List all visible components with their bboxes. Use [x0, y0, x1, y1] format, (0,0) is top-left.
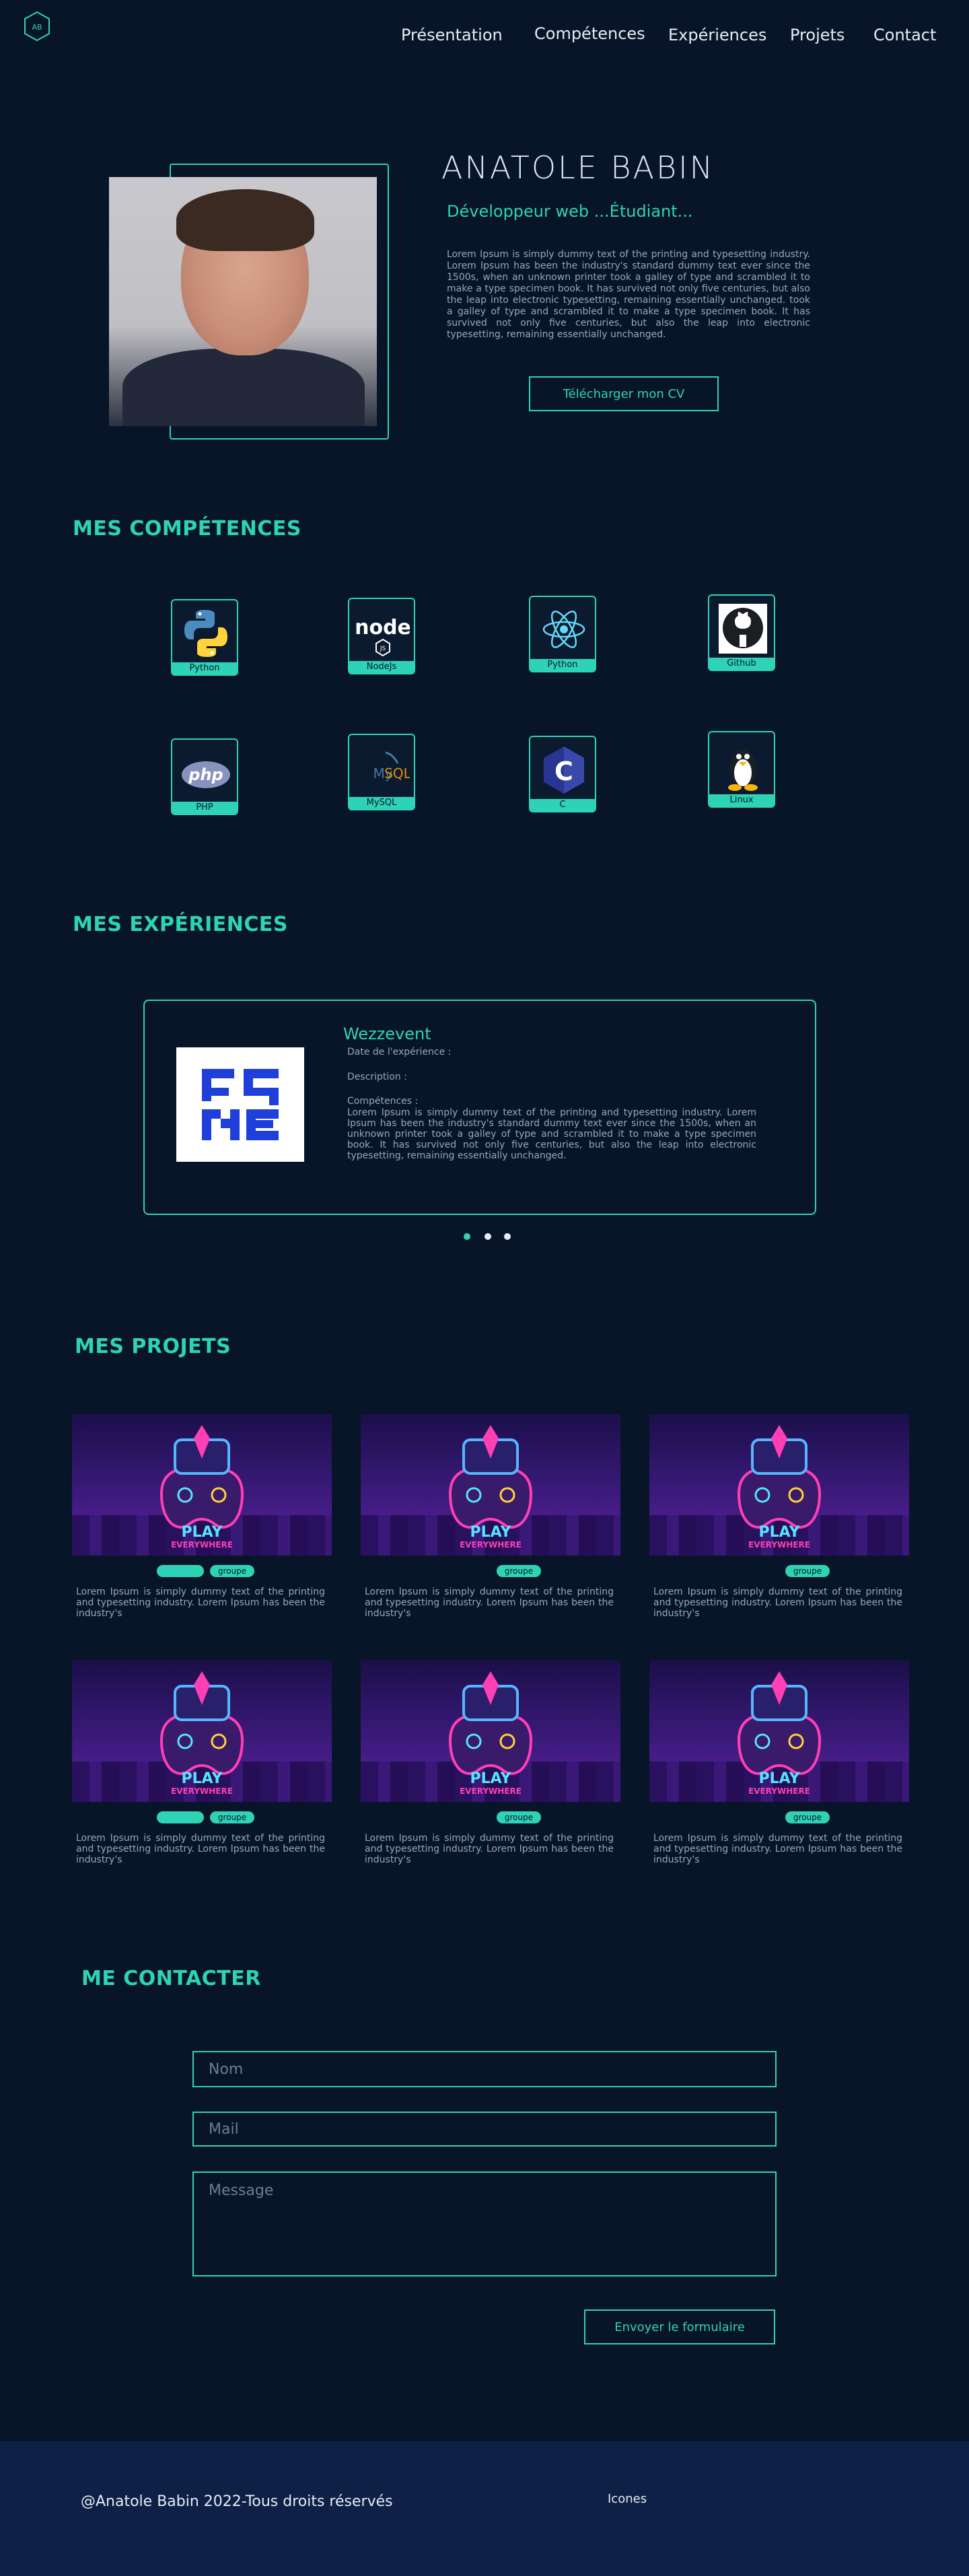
project-tag — [157, 1811, 204, 1823]
nav-projets[interactable]: Projets — [790, 26, 845, 44]
svg-text:PLAY: PLAY — [759, 1524, 801, 1541]
message-field[interactable] — [192, 2171, 777, 2276]
skill-card-react: Python — [529, 596, 596, 672]
logo-text: AB — [32, 23, 42, 32]
svg-text:PLAY: PLAY — [182, 1770, 223, 1787]
c-icon: C — [544, 746, 584, 794]
project-tag: groupe — [210, 1811, 254, 1823]
logo-hexagon-icon[interactable]: AB — [23, 11, 51, 42]
svg-text:PLAY: PLAY — [470, 1524, 512, 1541]
skill-label: Github — [709, 658, 774, 670]
gamepad-rocket-icon: PLAYEVERYWHERE — [737, 1425, 822, 1550]
skill-card-c: C C — [529, 736, 596, 812]
footer-copyright: @Anatole Babin 2022-Tous droits réservés — [81, 2493, 393, 2510]
svg-text:EVERYWHERE: EVERYWHERE — [748, 1540, 810, 1550]
github-icon — [719, 604, 767, 654]
nav-competences[interactable]: Compétences — [534, 24, 645, 43]
linux-icon — [728, 750, 758, 791]
hero-name: ANATOLE BABIN — [441, 149, 715, 186]
project-image[interactable]: PLAY EVERYWHERE — [72, 1661, 332, 1802]
nav-presentation[interactable]: Présentation — [401, 26, 503, 44]
nav-experiences[interactable]: Expériences — [668, 26, 766, 44]
skill-label: Linux — [709, 794, 774, 806]
experience-description-label: Description : — [347, 1072, 407, 1082]
gamepad-rocket-icon: PLAYEVERYWHERE — [159, 1671, 244, 1796]
submit-button[interactable]: Envoyer le formulaire — [584, 2309, 775, 2344]
project-description: Lorem Ipsum is simply dummy text of the … — [365, 1587, 614, 1619]
hero-role: Développeur web ...Étudiant... — [447, 202, 693, 221]
skill-label: PHP — [172, 802, 237, 814]
skill-card-github: Github — [708, 594, 775, 671]
name-field[interactable] — [192, 2051, 777, 2087]
gamepad-rocket-icon: PLAYEVERYWHERE — [448, 1671, 533, 1796]
skill-label: C — [530, 799, 595, 811]
project-image[interactable]: PLAY EVERYWHERE — [361, 1661, 620, 1802]
svg-text:EVERYWHERE: EVERYWHERE — [171, 1786, 233, 1796]
project-tag: groupe — [210, 1565, 254, 1577]
project-tag — [157, 1565, 204, 1577]
project-description: Lorem Ipsum is simply dummy text of the … — [653, 1833, 902, 1865]
mysql-icon: My SQL — [373, 751, 410, 781]
gamepad-rocket-icon: PLAYEVERYWHERE — [737, 1671, 822, 1796]
project-tag: groupe — [497, 1565, 541, 1577]
skill-label: Python — [530, 659, 595, 671]
project-description: Lorem Ipsum is simply dummy text of the … — [653, 1587, 902, 1619]
project-tag: groupe — [785, 1565, 830, 1577]
svg-text:node: node — [356, 616, 410, 639]
python-icon — [184, 610, 227, 657]
gamepad-rocket-icon: PLAYEVERYWHERE — [448, 1425, 533, 1550]
gamepad-rocket-icon: PLAYEVERYWHERE — [159, 1425, 244, 1550]
skill-card-php: php PHP — [171, 738, 238, 815]
experience-skills-label: Compétences : — [347, 1096, 419, 1107]
project-description: Lorem Ipsum is simply dummy text of the … — [365, 1833, 614, 1865]
svg-text:EVERYWHERE: EVERYWHERE — [460, 1786, 522, 1796]
projects-title: MES PROJETS — [75, 1335, 231, 1358]
project-description: Lorem Ipsum is simply dummy text of the … — [76, 1587, 325, 1619]
project-image[interactable]: PLAY EVERYWHERE — [361, 1414, 620, 1556]
carousel-dot-3[interactable] — [504, 1233, 511, 1240]
skill-card-nodejs: node JS NodeJs — [348, 598, 415, 674]
carousel-dot-2[interactable] — [485, 1233, 491, 1240]
svg-text:EVERYWHERE: EVERYWHERE — [748, 1786, 810, 1796]
svg-text:C: C — [554, 757, 573, 786]
experience-skills-text: Lorem Ipsum is simply dummy text of the … — [347, 1107, 756, 1161]
react-icon — [542, 611, 585, 648]
nodejs-icon: node JS — [356, 616, 410, 657]
skill-card-python: Python — [171, 599, 238, 676]
company-logo — [176, 1047, 304, 1162]
project-image[interactable]: PLAY EVERYWHERE — [649, 1661, 909, 1802]
svg-text:PLAY: PLAY — [470, 1770, 512, 1787]
skill-card-linux: Linux — [708, 731, 775, 808]
project-image[interactable]: PLAY EVERYWHERE — [649, 1414, 909, 1556]
svg-text:PLAY: PLAY — [759, 1770, 801, 1787]
skill-label: NodeJs — [349, 661, 414, 673]
experiences-title: MES EXPÉRIENCES — [73, 913, 288, 936]
skill-label: Python — [172, 662, 237, 674]
experience-company: Wezzevent — [343, 1024, 431, 1043]
skill-card-mysql: My SQL MySQL — [348, 734, 415, 810]
svg-text:SQL: SQL — [384, 765, 410, 781]
project-tag: groupe — [497, 1811, 541, 1823]
footer-icons: Icones — [608, 2492, 647, 2506]
project-description: Lorem Ipsum is simply dummy text of the … — [76, 1833, 325, 1865]
svg-text:PLAY: PLAY — [182, 1524, 223, 1541]
project-image[interactable]: PLAY EVERYWHERE — [72, 1414, 332, 1556]
php-icon: php — [182, 761, 230, 788]
project-tag: groupe — [785, 1811, 830, 1823]
svg-text:EVERYWHERE: EVERYWHERE — [460, 1540, 522, 1550]
skill-label: MySQL — [349, 797, 414, 809]
svg-text:php: php — [188, 765, 223, 784]
svg-text:JS: JS — [380, 646, 386, 652]
profile-photo — [109, 177, 377, 426]
nav-contact[interactable]: Contact — [873, 26, 936, 44]
experience-date-label: Date de l'expérience : — [347, 1047, 452, 1057]
download-cv-button[interactable]: Télécharger mon CV — [529, 376, 719, 411]
skills-title: MES COMPÉTENCES — [73, 517, 301, 541]
contact-title: ME CONTACTER — [81, 1967, 261, 1990]
carousel-dot-1[interactable] — [464, 1233, 470, 1240]
mail-field[interactable] — [192, 2112, 777, 2147]
svg-text:EVERYWHERE: EVERYWHERE — [171, 1540, 233, 1550]
hero-description: Lorem Ipsum is simply dummy text of the … — [447, 249, 810, 340]
